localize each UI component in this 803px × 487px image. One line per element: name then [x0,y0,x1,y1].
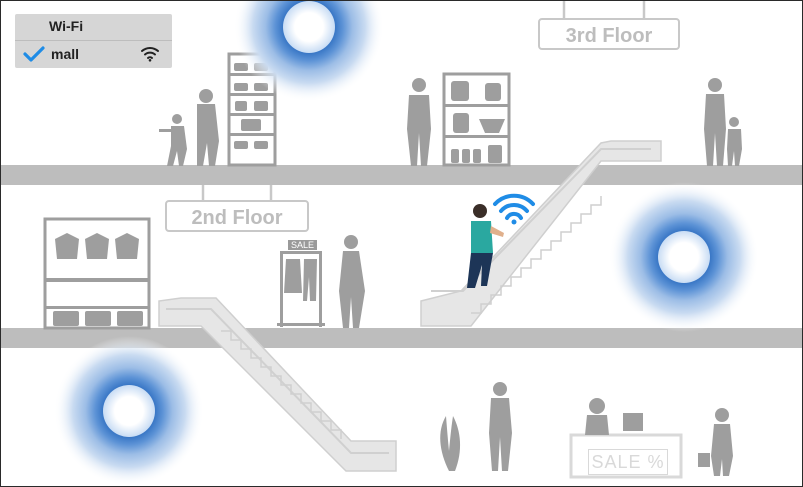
wifi-network-item[interactable]: mall [15,44,172,66]
mall-illustration [1,1,802,486]
shopper-woman-middle [339,235,365,328]
parent-and-child [159,89,219,166]
rack-sale-tag: SALE [288,240,318,250]
shelf-housewares [442,72,511,167]
checkmark-icon [23,46,45,67]
mall-scene: 3rd Floor 2nd Floor SALE SALE % Wi-Fi ma… [0,0,803,487]
wifi-panel: Wi-Fi mall [15,14,172,68]
wifi-panel-divider [15,40,172,41]
wifi-signal-icon [141,46,159,67]
floor-sign-second: 2nd Floor [165,200,309,232]
wifi-network-name: mall [51,46,80,62]
wifi-panel-title: Wi-Fi [49,18,84,34]
shoppers-lower [440,382,733,479]
floor-slab-upper [1,165,802,185]
access-point-right-icon [609,182,759,332]
floor-sign-third: 3rd Floor [538,18,680,50]
shelf-clothing [43,217,151,330]
clothing-rack [277,251,325,327]
counter-sale-sign: SALE % [588,449,668,475]
access-point-left-icon [54,336,204,486]
